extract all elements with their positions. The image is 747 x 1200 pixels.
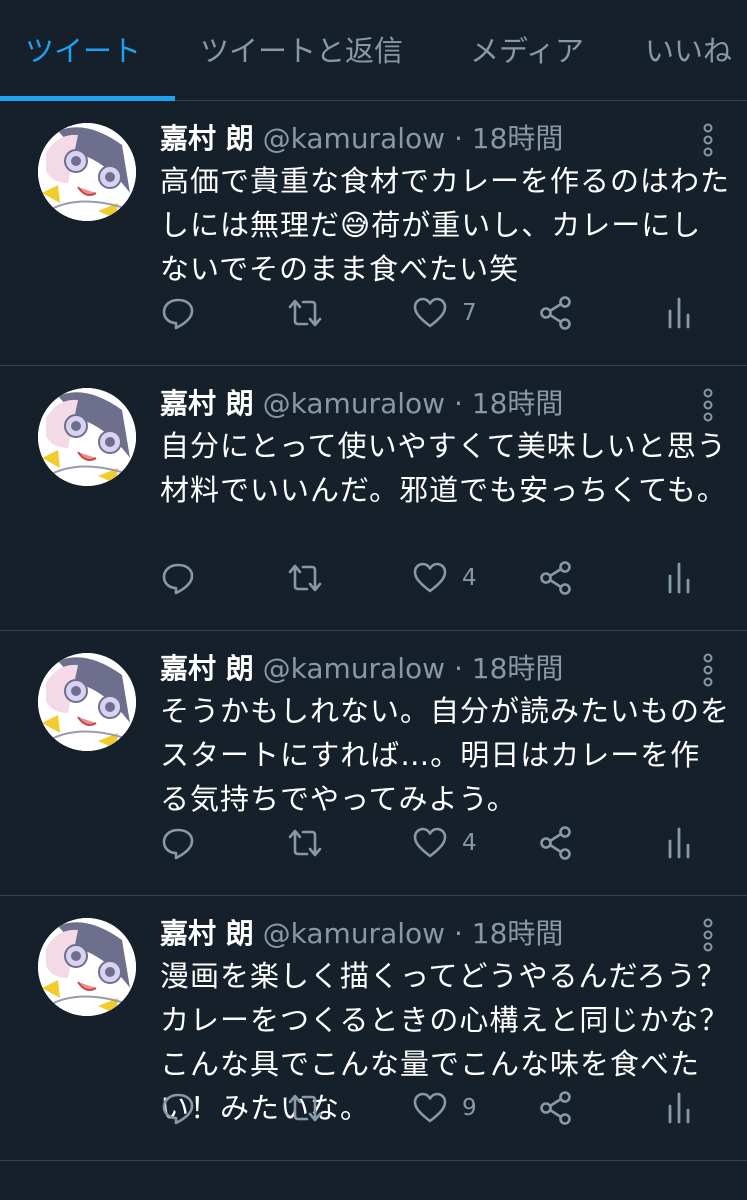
tweet-actions: 4	[160, 823, 720, 863]
separator-dot: ·	[453, 917, 463, 950]
separator-dot: ·	[453, 122, 463, 155]
tweet-header: 嘉村 朗 @kamuralow · 18時間	[160, 916, 563, 952]
share-icon	[540, 1091, 571, 1125]
share-icon	[540, 296, 571, 330]
tweet-actions: 4	[160, 558, 720, 598]
share-icon	[540, 826, 571, 860]
display-name[interactable]: 嘉村 朗	[160, 122, 254, 155]
analytics-icon	[668, 562, 690, 594]
tab-tweets-and-replies[interactable]: ツイートと返信	[200, 28, 403, 70]
separator-dot: ·	[453, 652, 463, 685]
like-icon	[413, 827, 447, 858]
avatar[interactable]	[38, 653, 136, 751]
tab-tweets[interactable]: ツイート	[25, 28, 141, 70]
display-name[interactable]: 嘉村 朗	[160, 387, 254, 420]
analytics-button[interactable]	[666, 823, 692, 863]
username-handle[interactable]: @kamuralow	[263, 387, 445, 420]
timestamp[interactable]: 18時間	[472, 652, 564, 685]
tweet-header: 嘉村 朗 @kamuralow · 18時間	[160, 651, 563, 687]
like-button[interactable]: 7	[412, 293, 477, 333]
avatar[interactable]	[38, 123, 136, 221]
avatar[interactable]	[38, 918, 136, 1016]
profile-tabs: ツイート ツイートと返信 メディア いいね	[0, 0, 747, 101]
reply-icon	[162, 1093, 194, 1125]
analytics-button[interactable]	[666, 558, 692, 598]
more-vertical-icon[interactable]	[703, 918, 713, 952]
retweet-icon	[288, 299, 322, 327]
analytics-icon	[668, 297, 690, 329]
tab-media[interactable]: メディア	[470, 28, 584, 70]
retweet-button[interactable]	[286, 293, 324, 333]
analytics-button[interactable]	[666, 293, 692, 333]
timestamp[interactable]: 18時間	[472, 917, 564, 950]
display-name[interactable]: 嘉村 朗	[160, 652, 254, 685]
like-count: 7	[462, 300, 477, 326]
like-icon	[413, 1092, 447, 1123]
retweet-icon	[288, 829, 322, 857]
more-vertical-icon[interactable]	[703, 123, 713, 157]
share-button[interactable]	[538, 558, 574, 598]
retweet-icon	[288, 564, 322, 592]
tab-likes[interactable]: いいね	[645, 28, 732, 70]
like-button[interactable]: 4	[412, 558, 477, 598]
username-handle[interactable]: @kamuralow	[263, 122, 445, 155]
tweet-header: 嘉村 朗 @kamuralow · 18時間	[160, 121, 563, 157]
share-icon	[540, 561, 571, 595]
analytics-icon	[668, 827, 690, 859]
display-name[interactable]: 嘉村 朗	[160, 917, 254, 950]
retweet-button[interactable]	[286, 823, 324, 863]
tweet[interactable]: 嘉村 朗 @kamuralow · 18時間 高価で貴重な食材でカレーを作るのは…	[0, 101, 747, 366]
share-button[interactable]	[538, 823, 574, 863]
tweet-text: 自分にとって使いやすくて美味しいと思う材料でいいんだ。邪道でも安っちくても。	[160, 429, 727, 507]
like-icon	[413, 562, 447, 593]
analytics-button[interactable]	[666, 1088, 692, 1128]
more-vertical-icon[interactable]	[703, 388, 713, 422]
timestamp[interactable]: 18時間	[472, 122, 564, 155]
tweet-text: 高価で貴重な食材でカレーを作るのはわたしには無理だ😅荷が重いし、カレーにしないで…	[160, 164, 731, 286]
reply-button[interactable]	[160, 558, 196, 598]
like-count: 9	[462, 1095, 477, 1121]
timeline: 嘉村 朗 @kamuralow · 18時間 高価で貴重な食材でカレーを作るのは…	[0, 101, 747, 1161]
like-button[interactable]: 9	[412, 1088, 477, 1128]
share-button[interactable]	[538, 293, 574, 333]
username-handle[interactable]: @kamuralow	[263, 917, 445, 950]
reply-button[interactable]	[160, 293, 196, 333]
tweet[interactable]: 嘉村 朗 @kamuralow · 18時間 漫画を楽しく描くってどうやるんだろ…	[0, 896, 747, 1161]
reply-button[interactable]	[160, 1088, 196, 1128]
separator-dot: ·	[453, 387, 463, 420]
reply-icon	[162, 298, 194, 330]
reply-icon	[162, 563, 194, 595]
tweet[interactable]: 嘉村 朗 @kamuralow · 18時間 そうかもしれない。自分が読みたいも…	[0, 631, 747, 896]
tweet-actions: 9	[160, 1088, 720, 1128]
avatar[interactable]	[38, 388, 136, 486]
tweet-actions: 7	[160, 293, 720, 333]
username-handle[interactable]: @kamuralow	[263, 652, 445, 685]
tweet-text: そうかもしれない。自分が読みたいものをスタートにすれば…。明日はカレーを作る気持…	[160, 694, 731, 816]
retweet-button[interactable]	[286, 558, 324, 598]
retweet-icon	[288, 1094, 322, 1122]
more-vertical-icon[interactable]	[703, 653, 713, 687]
retweet-button[interactable]	[286, 1088, 324, 1128]
tweet-header: 嘉村 朗 @kamuralow · 18時間	[160, 386, 563, 422]
timestamp[interactable]: 18時間	[472, 387, 564, 420]
like-button[interactable]: 4	[412, 823, 477, 863]
reply-button[interactable]	[160, 823, 196, 863]
reply-icon	[162, 828, 194, 860]
like-count: 4	[462, 830, 477, 856]
like-icon	[413, 297, 447, 328]
tweet[interactable]: 嘉村 朗 @kamuralow · 18時間 自分にとって使いやすくて美味しいと…	[0, 366, 747, 631]
analytics-icon	[668, 1092, 690, 1124]
share-button[interactable]	[538, 1088, 574, 1128]
like-count: 4	[462, 565, 477, 591]
